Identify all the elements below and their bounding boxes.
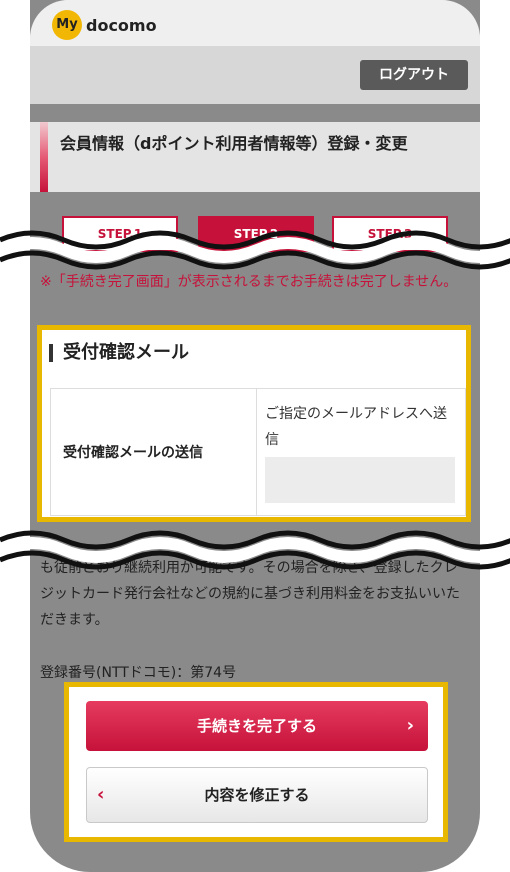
mail-send-label-text: 受付確認メールの送信 (63, 445, 203, 461)
logo-wordmark: docomo (86, 15, 157, 35)
top-bar: ログアウト (30, 46, 480, 104)
email-address-placeholder (265, 457, 455, 503)
title-accent-bar (40, 122, 48, 192)
completion-notice: ※「手続き完了画面」が表示されるまでお手続きは完了しません。 (40, 274, 458, 290)
my-docomo-logo[interactable]: My docomo (52, 10, 157, 40)
app-header: My docomo (30, 0, 480, 46)
logo-my-badge: My (52, 10, 82, 40)
page-title: 会員情報（dポイント利用者情報等）登録・変更 (60, 134, 408, 153)
mail-send-label: 受付確認メールの送信 (51, 389, 257, 515)
confirmation-mail-card: 受付確認メール 受付確認メールの送信 ご指定のメールアドレスへ送信 (37, 325, 471, 522)
chevron-left-icon: ‹ (97, 784, 105, 805)
card-heading: 受付確認メール (49, 338, 459, 368)
logout-button[interactable]: ログアウト (360, 60, 468, 90)
page-title-box: 会員情報（dポイント利用者情報等）登録・変更 (30, 122, 480, 192)
edit-content-label: 内容を修正する (204, 786, 310, 804)
card-table: 受付確認メールの送信 ご指定のメールアドレスへ送信 (50, 388, 466, 516)
mail-send-value: ご指定のメールアドレスへ送信 (265, 406, 447, 448)
wave-separator-bottom (0, 530, 510, 570)
chevron-right-icon: › (406, 715, 414, 736)
registration-number: 登録番号(NTTドコモ)：第74号 (40, 665, 237, 681)
complete-procedure-button[interactable]: 手続きを完了する › (86, 701, 428, 751)
action-buttons-highlight: 手続きを完了する › ‹ 内容を修正する (64, 682, 448, 842)
edit-content-button[interactable]: ‹ 内容を修正する (86, 767, 428, 823)
complete-procedure-label: 手続きを完了する (196, 717, 317, 735)
wave-separator-top (0, 230, 510, 270)
